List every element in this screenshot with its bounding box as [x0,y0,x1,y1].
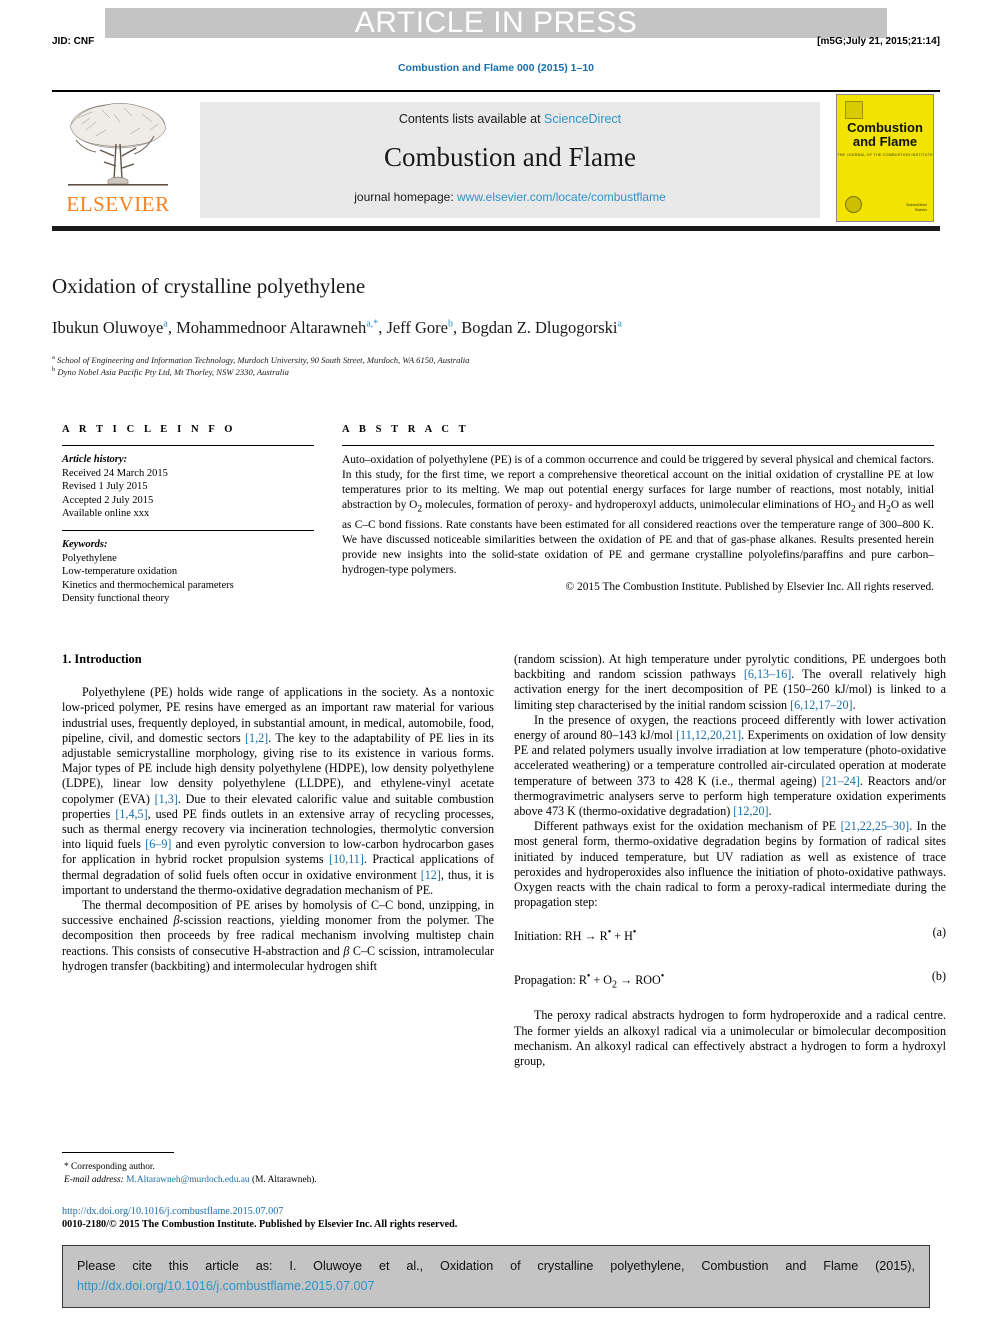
equation-text: Propagation: R• + O2 → ROO• [514,970,665,991]
keyword-item: Low-temperature oxidation [62,566,178,578]
affiliation-marker-a: a [52,354,55,361]
journal-homepage-line: journal homepage: www.elsevier.com/locat… [200,190,820,204]
affiliation-b-text: Dyno Nobel Asia Pacific Pty Ltd, Mt Thor… [57,366,289,377]
cover-title: Combustion and Flame [837,121,933,149]
history-item: Received 24 March 2015 [62,467,168,479]
body-column-right: (random scission). At high temperature u… [514,652,946,1069]
journal-cover-thumbnail: Combustion and Flame THE JOURNAL OF THE … [836,94,934,222]
email-label: E-mail address: [64,1175,124,1185]
build-stamp: [m5G;July 21, 2015;21:14] [817,36,940,47]
contents-prefix: Contents lists available at [398,112,545,126]
email-note: E-mail address: M.Altarawneh@murdoch.edu… [62,1174,494,1187]
footnote-rule [62,1152,174,1153]
paragraph: The thermal decomposition of PE arises b… [62,898,494,973]
jid-label: JID: CNF [52,36,95,47]
article-info-rule-1 [62,445,314,446]
article-in-press-label: ARTICLE IN PRESS [354,6,638,39]
keywords-label: Keywords: [62,538,108,550]
masthead-center-panel: Contents lists available at ScienceDirec… [200,102,820,218]
paragraph: The peroxy radical abstracts hydrogen to… [514,1008,946,1068]
article-info-heading: A R T I C L E I N F O [62,424,237,435]
abstract-body: Auto–oxidation of polyethylene (PE) is o… [342,454,934,576]
cover-footer-line2: Elsevier [914,208,927,212]
keyword-item: Kinetics and thermochemical parameters [62,579,234,591]
section-heading-introduction: 1. Introduction [62,652,142,666]
cover-title-line2: and Flame [852,134,918,149]
journal-masthead: ELSEVIER Contents lists available at Sci… [52,90,940,231]
email-owner: (M. Altarawneh). [251,1175,317,1185]
issn-copyright-line: 0010-2180/© 2015 The Combustion Institut… [62,1219,458,1230]
doi-block: http://dx.doi.org/10.1016/j.combustflame… [62,1205,522,1231]
keywords-list: Polyethylene Low-temperature oxidation K… [62,552,314,606]
affiliation-marker-b: b [52,366,56,373]
cover-title-line1: Combustion [847,120,923,135]
please-cite-box: Please cite this article as: I. Oluwoye … [62,1245,930,1308]
sciencedirect-link[interactable]: ScienceDirect [544,112,621,126]
jid-row: JID: CNF [m5G;July 21, 2015;21:14] [52,36,940,47]
homepage-prefix: journal homepage: [354,190,457,204]
history-item: Available online xxx [62,508,150,520]
article-in-press-banner: ARTICLE IN PRESS [105,8,887,38]
cover-seal-icon [845,196,862,213]
keyword-item: Density functional theory [62,593,170,605]
article-history-list: Received 24 March 2015 Revised 1 July 20… [62,467,314,521]
journal-title: Combustion and Flame [384,142,636,172]
abstract-rule [342,445,934,446]
journal-homepage-link[interactable]: www.elsevier.com/locate/combustflame [457,190,666,204]
paragraph: (random scission). At high temperature u… [514,652,946,712]
body-column-left: 1. Introduction Polyethylene (PE) holds … [62,652,494,974]
elsevier-wordmark: ELSEVIER [66,192,170,216]
email-link[interactable]: M.Altarawneh@murdoch.edu.au [126,1175,249,1185]
abstract-column: A B S T R A C T Auto–oxidation of polyet… [342,424,934,595]
equation-spacer [514,948,946,954]
history-item: Accepted 2 July 2015 [62,494,154,506]
equation-text: Initiation: RH → R• + H• [514,927,637,944]
journal-reference: Combustion and Flame 000 (2015) 1–10 [397,62,595,74]
affiliation-b: b Dyno Nobel Asia Pacific Pty Ltd, Mt Th… [52,364,932,378]
cover-subtitle: THE JOURNAL OF THE COMBUSTION INSTITUTE [837,153,933,157]
equation-label: (a) [932,925,946,940]
author-list: Ibukun Oluwoyea, Mohammednoor Altarawneh… [52,318,622,337]
history-item: Revised 1 July 2015 [62,481,148,493]
article-history-label: Article history: [62,454,128,465]
journal-article-page: ARTICLE IN PRESS JID: CNF [m5G;July 21, … [0,0,992,1323]
footnote-block: * Corresponding author. E-mail address: … [62,1152,494,1187]
article-info-rule-2 [62,529,314,531]
paragraph: In the presence of oxygen, the reactions… [514,712,947,819]
doi-link[interactable]: http://dx.doi.org/10.1016/j.combustflame… [62,1205,522,1218]
abstract-copyright: © 2015 The Combustion Institute. Publish… [565,581,934,594]
article-title: Oxidation of crystalline polyethylene [52,274,366,298]
paragraph: Different pathways exist for the oxidati… [514,819,946,910]
cover-publisher-badge-icon [845,101,863,119]
cite-text: Please cite this article as: I. Oluwoye … [77,1259,915,1273]
equation-row: Propagation: R• + O2 → ROO• (b) [514,969,946,993]
article-info-column: A R T I C L E I N F O Article history: R… [62,424,314,606]
corresponding-author-note: * Corresponding author. [64,1162,155,1172]
cite-doi-link[interactable]: http://dx.doi.org/10.1016/j.combustflame… [77,1276,915,1296]
cover-footer: ScienceDirect Elsevier [906,203,927,213]
contents-list-line: Contents lists available at ScienceDirec… [200,112,820,126]
masthead-bottom-rule [52,226,940,231]
keyword-item: Polyethylene [62,552,117,564]
elsevier-logo: ELSEVIER [58,100,178,218]
equation-label: (b) [931,968,946,983]
abstract-heading: A B S T R A C T [342,424,470,435]
elsevier-tree-icon [68,103,168,186]
equation-row: Initiation: RH → R• + H• (a) [514,925,946,944]
paragraph: Polyethylene (PE) holds wide range of ap… [62,685,494,897]
masthead-top-rule [52,90,940,92]
